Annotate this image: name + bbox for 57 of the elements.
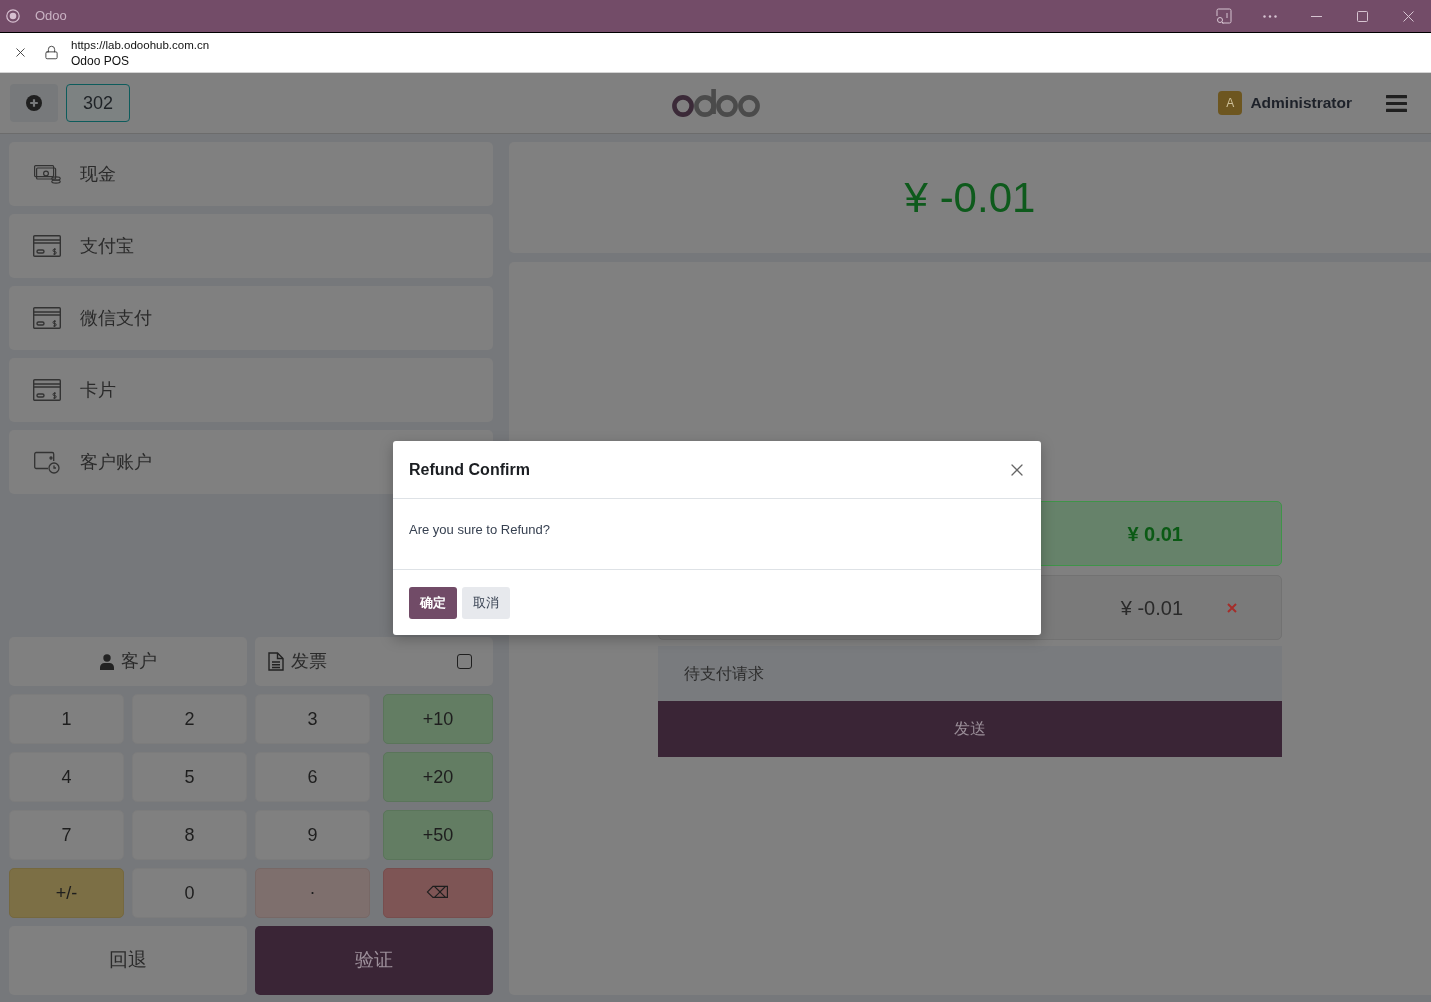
invoice-checkbox[interactable] — [457, 654, 472, 669]
numpad-key[interactable]: 9 — [255, 810, 370, 860]
payment-method-button[interactable]: 现金 — [9, 142, 493, 206]
add-amount-key[interactable]: +50 — [383, 810, 493, 860]
numpad-key[interactable]: 6 — [255, 752, 370, 802]
invoice-button[interactable]: 发票 — [255, 637, 493, 686]
user-avatar[interactable]: A — [1218, 91, 1243, 115]
numpad-key[interactable]: 4 — [9, 752, 124, 802]
order-tab[interactable]: 302 — [66, 84, 130, 122]
card-icon — [33, 379, 61, 401]
payment-amount: ¥ 0.01 — [1127, 521, 1183, 547]
document-icon — [268, 652, 284, 671]
user-icon — [99, 653, 114, 670]
new-order-button[interactable] — [10, 84, 58, 122]
numpad-key[interactable]: 1 — [9, 694, 124, 744]
window-title: Odoo — [35, 7, 67, 26]
dialog-message: Are you sure to Refund? — [409, 522, 550, 537]
back-button[interactable]: 回退 — [9, 926, 247, 995]
page-title: Odoo POS — [71, 52, 131, 69]
screen-search-icon[interactable] — [1216, 8, 1232, 24]
minimize-icon[interactable] — [1310, 15, 1322, 17]
add-amount-key[interactable]: +20 — [383, 752, 493, 802]
close-icon[interactable] — [13, 45, 28, 60]
total-due-amount: ¥ -0.01 — [904, 173, 1036, 223]
cancel-button[interactable]: 取消 — [462, 586, 510, 619]
maximize-icon[interactable] — [1356, 10, 1368, 22]
send-button[interactable]: 发送 — [658, 701, 1282, 757]
sign-toggle-key[interactable]: +/- — [9, 868, 124, 918]
banknote-icon — [33, 164, 61, 184]
payment-method-button[interactable]: 支付宝 — [9, 214, 493, 278]
menu-icon[interactable] — [1386, 94, 1407, 112]
more-options-icon[interactable] — [1263, 14, 1277, 18]
backspace-key[interactable]: ⌫ — [383, 868, 493, 918]
plus-circle-icon — [26, 95, 42, 111]
wallet-clock-icon — [34, 450, 60, 474]
numpad-key[interactable]: 7 — [9, 810, 124, 860]
card-icon — [33, 307, 61, 329]
decimal-key[interactable]: . — [255, 868, 370, 918]
confirm-button[interactable]: 确定 — [409, 586, 457, 619]
numpad-key[interactable]: 2 — [132, 694, 247, 744]
payment-method-button[interactable]: 卡片 — [9, 358, 493, 422]
validate-button[interactable]: 验证 — [255, 926, 493, 995]
add-amount-key[interactable]: +10 — [383, 694, 493, 744]
numpad-key[interactable]: 3 — [255, 694, 370, 744]
numpad-key[interactable]: 0 — [132, 868, 247, 918]
customer-button[interactable]: 客户 — [9, 637, 247, 686]
lock-icon — [44, 45, 59, 60]
payment-amount: ¥ -0.01 — [1120, 595, 1183, 621]
numpad-key[interactable]: 5 — [132, 752, 247, 802]
payment-method-button[interactable]: 微信支付 — [9, 286, 493, 350]
close-icon[interactable] — [1402, 10, 1414, 22]
numpad-key[interactable]: 8 — [132, 810, 247, 860]
card-icon — [33, 235, 61, 257]
page-url: https://lab.odoohub.com.cn — [71, 37, 210, 53]
app-icon — [6, 9, 20, 23]
user-name[interactable]: Administrator — [1250, 91, 1352, 115]
pending-requests-label: 待支付请求 — [684, 663, 764, 684]
